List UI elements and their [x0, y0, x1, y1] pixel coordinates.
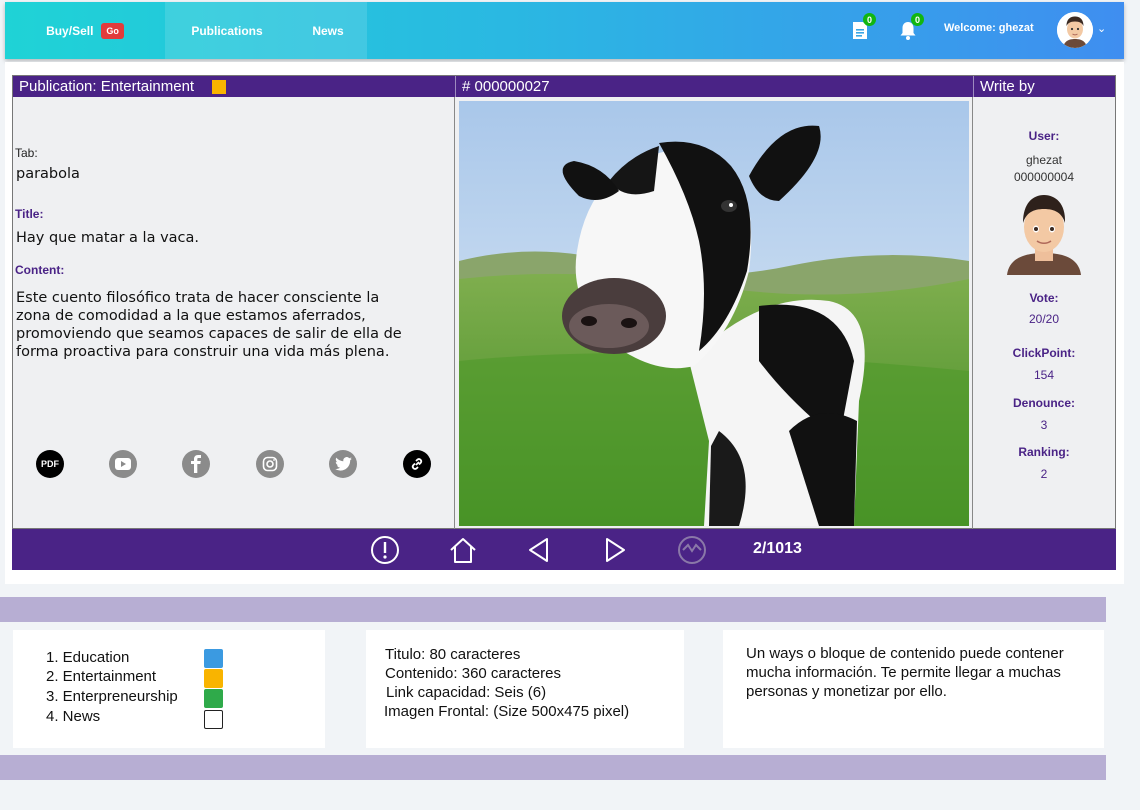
pdf-icon[interactable]: PDF — [36, 450, 64, 478]
clickpoint-label: ClickPoint: — [1012, 346, 1076, 360]
publication-card: Publication: Entertainment # 000000027 W… — [5, 62, 1124, 584]
link-icon[interactable] — [403, 450, 431, 478]
nav-buysell-label: Buy/Sell — [46, 23, 94, 38]
report-icon[interactable] — [370, 535, 400, 565]
legend-color-enterpreneurship — [204, 689, 223, 708]
vote-value: 20/20 — [1028, 312, 1060, 326]
legend-color-news — [204, 710, 223, 729]
section-band-top — [0, 597, 1106, 622]
legend-item-enterpreneurship: 3. Enterpreneurship — [46, 688, 178, 705]
legend-item-education: 1. Education — [46, 649, 130, 666]
content-value: Este cuento filosófico trata de hacer co… — [16, 290, 402, 360]
pager-bar: 2/1013 — [12, 529, 1116, 570]
description-box: Un ways o bloque de contenido puede cont… — [723, 630, 1104, 748]
author-username: ghezat — [1025, 153, 1063, 167]
title-value: Hay que matar a la vaca. — [16, 230, 200, 246]
home-icon[interactable] — [448, 535, 478, 565]
publication-number: # 000000027 — [455, 76, 973, 97]
bell-icon[interactable]: 0 — [898, 13, 924, 41]
top-navbar: Buy/Sell Go Publications News 0 0 Welcom… — [5, 2, 1124, 59]
category-legend: 1. Education 2. Entertainment 3. Enterpr… — [13, 630, 325, 748]
clickpoint-value: 154 — [1033, 368, 1055, 382]
pdf-icon-label: PDF — [41, 459, 59, 469]
publication-image-cow — [459, 101, 969, 526]
author-avatar — [1001, 185, 1087, 275]
vote-icon[interactable] — [677, 535, 707, 565]
instagram-icon[interactable] — [256, 450, 284, 478]
nav-news[interactable]: News — [289, 2, 367, 59]
publication-table: Publication: Entertainment # 000000027 W… — [12, 75, 1116, 529]
youtube-icon[interactable] — [109, 450, 137, 478]
denounce-value: 3 — [1040, 418, 1048, 432]
publication-details: Tab: parabola Title: Hay que matar a la … — [13, 97, 455, 529]
specs-box: Titulo: 80 caracteres Contenido: 360 car… — [366, 630, 684, 748]
spec-content-length: Contenido: 360 caracteres — [385, 665, 561, 682]
vote-label: Vote: — [1029, 291, 1059, 305]
legend-item-news: 4. News — [46, 708, 101, 725]
tab-label: Tab: — [15, 146, 38, 160]
user-label: User: — [1028, 129, 1060, 143]
twitter-icon[interactable] — [329, 450, 357, 478]
facebook-icon[interactable] — [182, 450, 210, 478]
legend-color-education — [204, 649, 223, 668]
welcome-text: Welcome: ghezat — [944, 22, 1034, 34]
section-band-bottom — [0, 755, 1106, 780]
previous-icon[interactable] — [524, 535, 554, 565]
spec-link-capacity: Link capacidad: Seis (6) — [386, 684, 547, 701]
spec-image-size: Imagen Frontal: (Size 500x475 pixel) — [384, 703, 630, 720]
title-label: Title: — [15, 207, 44, 221]
document-icon[interactable]: 0 — [850, 13, 876, 41]
user-avatar[interactable] — [1057, 12, 1093, 48]
author-id: 000000004 — [1013, 170, 1075, 184]
document-count-badge: 0 — [863, 13, 876, 26]
author-panel: User: ghezat 000000004 Vote: 20/20 Click… — [973, 97, 1115, 529]
denounce-label: Denounce: — [1012, 396, 1075, 410]
nav-buysell[interactable]: Buy/Sell Go — [5, 2, 165, 59]
write-by-header: Write by — [973, 76, 1115, 97]
description-text: Un ways o bloque de contenido puede cont… — [746, 645, 1064, 700]
publication-category-label: Publication: Entertainment — [19, 78, 195, 95]
ranking-value: 2 — [1040, 467, 1048, 481]
category-color-square — [212, 79, 227, 94]
tab-value: parabola — [16, 166, 80, 182]
go-badge[interactable]: Go — [101, 22, 124, 39]
legend-color-entertainment — [204, 669, 223, 688]
ranking-label: Ranking: — [1018, 445, 1070, 459]
nav-publications[interactable]: Publications — [165, 2, 289, 59]
bell-count-badge: 0 — [911, 13, 924, 26]
publication-header: Publication: Entertainment — [13, 76, 455, 97]
next-icon[interactable] — [600, 535, 630, 565]
content-label: Content: — [15, 263, 65, 277]
legend-item-entertainment: 2. Entertainment — [46, 668, 157, 685]
chevron-down-icon[interactable]: ⌄ — [1097, 22, 1106, 35]
page-counter: 2/1013 — [753, 540, 802, 557]
spec-title-length: Titulo: 80 caracteres — [385, 646, 521, 663]
